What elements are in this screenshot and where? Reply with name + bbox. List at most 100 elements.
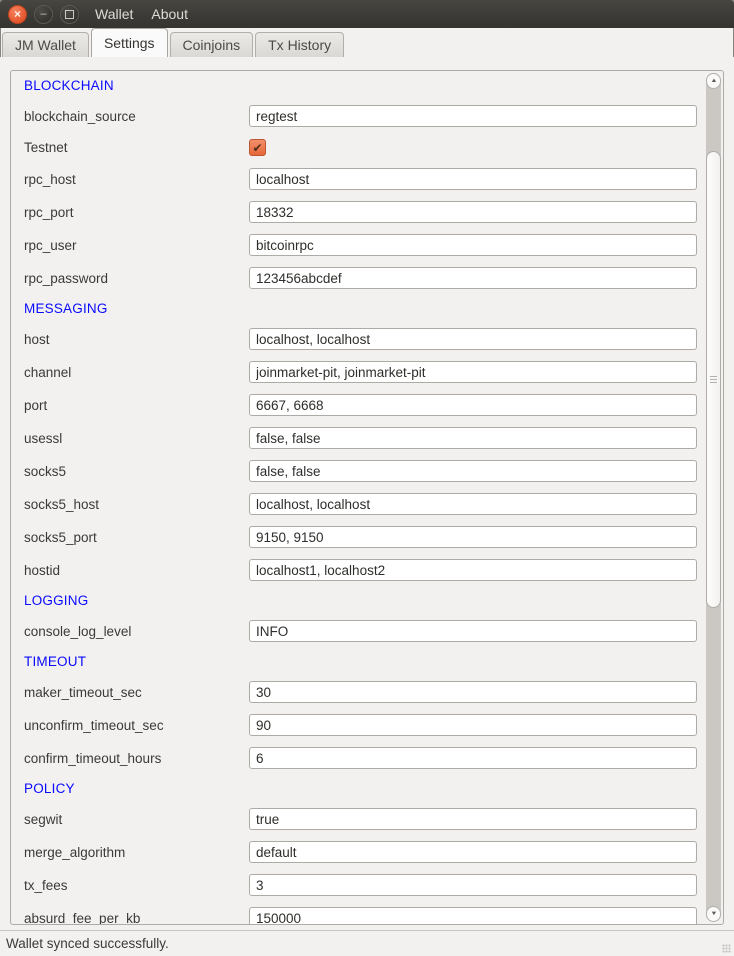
maximize-icon <box>65 10 74 19</box>
field-label: rpc_port <box>24 205 249 220</box>
confirm-timeout-hours-input[interactable] <box>249 747 697 769</box>
field-label: host <box>24 332 249 347</box>
field-label: unconfirm_timeout_sec <box>24 718 249 733</box>
maker-timeout-sec-input[interactable] <box>249 681 697 703</box>
settings-row: usessl <box>24 427 697 449</box>
segwit-input[interactable] <box>249 808 697 830</box>
tx-fees-input[interactable] <box>249 874 697 896</box>
status-bar: Wallet synced successfully. <box>0 930 734 956</box>
status-message: Wallet synced successfully. <box>6 936 169 951</box>
tab-tx-history[interactable]: Tx History <box>255 32 344 57</box>
field-label: segwit <box>24 812 249 827</box>
testnet-checkbox[interactable]: ✔ <box>249 139 266 156</box>
resize-grip[interactable] <box>722 944 731 953</box>
settings-row: socks5_host <box>24 493 697 515</box>
settings-row: rpc_password <box>24 267 697 289</box>
scroll-down-icon: ▼ <box>710 911 717 917</box>
settings-row: Testnet ✔ <box>24 138 697 157</box>
tab-settings[interactable]: Settings <box>91 28 168 57</box>
settings-row: rpc_host <box>24 168 697 190</box>
rpc-host-input[interactable] <box>249 168 697 190</box>
titlebar[interactable]: × – Wallet About <box>0 0 734 28</box>
check-icon: ✔ <box>252 142 262 154</box>
section-header-blockchain: BLOCKCHAIN <box>24 77 697 94</box>
settings-row: host <box>24 328 697 350</box>
socks5-input[interactable] <box>249 460 697 482</box>
menu-about[interactable]: About <box>142 0 197 28</box>
settings-row: maker_timeout_sec <box>24 681 697 703</box>
scroll-up-button[interactable]: ▲ <box>706 73 721 89</box>
field-label: console_log_level <box>24 624 249 639</box>
field-label: rpc_password <box>24 271 249 286</box>
socks5-host-input[interactable] <box>249 493 697 515</box>
port-input[interactable] <box>249 394 697 416</box>
settings-scroll-frame: BLOCKCHAIN blockchain_source Testnet ✔ r… <box>10 70 724 925</box>
settings-row: confirm_timeout_hours <box>24 747 697 769</box>
settings-row: rpc_port <box>24 201 697 223</box>
settings-row: port <box>24 394 697 416</box>
field-label: absurd_fee_per_kb <box>24 911 249 925</box>
scrollbar-grip-icon <box>710 376 717 384</box>
minimize-button[interactable]: – <box>34 5 53 24</box>
rpc-user-input[interactable] <box>249 234 697 256</box>
section-header-timeout: TIMEOUT <box>24 653 697 670</box>
field-label: usessl <box>24 431 249 446</box>
usessl-input[interactable] <box>249 427 697 449</box>
field-label: tx_fees <box>24 878 249 893</box>
vertical-scrollbar[interactable]: ▲ ▼ <box>706 73 721 922</box>
section-header-messaging: MESSAGING <box>24 300 697 317</box>
unconfirm-timeout-sec-input[interactable] <box>249 714 697 736</box>
settings-row: unconfirm_timeout_sec <box>24 714 697 736</box>
field-label: hostid <box>24 563 249 578</box>
merge-algorithm-input[interactable] <box>249 841 697 863</box>
scrollbar-thumb[interactable] <box>706 151 721 608</box>
maximize-button[interactable] <box>60 5 79 24</box>
section-header-logging: LOGGING <box>24 592 697 609</box>
settings-pane: BLOCKCHAIN blockchain_source Testnet ✔ r… <box>0 57 734 930</box>
settings-row: merge_algorithm <box>24 841 697 863</box>
settings-row: console_log_level <box>24 620 697 642</box>
minimize-icon: – <box>40 9 46 20</box>
field-label: socks5_host <box>24 497 249 512</box>
field-label: socks5 <box>24 464 249 479</box>
settings-row: absurd_fee_per_kb <box>24 907 697 924</box>
settings-row: socks5_port <box>24 526 697 548</box>
field-label: blockchain_source <box>24 109 249 124</box>
blockchain-source-input[interactable] <box>249 105 697 127</box>
absurd-fee-per-kb-input[interactable] <box>249 907 697 924</box>
field-label: maker_timeout_sec <box>24 685 249 700</box>
settings-row: blockchain_source <box>24 105 697 127</box>
field-label: channel <box>24 365 249 380</box>
settings-row: rpc_user <box>24 234 697 256</box>
field-label: socks5_port <box>24 530 249 545</box>
field-label: confirm_timeout_hours <box>24 751 249 766</box>
tab-jm-wallet[interactable]: JM Wallet <box>2 32 89 57</box>
settings-row: hostid <box>24 559 697 581</box>
field-label: rpc_user <box>24 238 249 253</box>
scroll-up-icon: ▲ <box>710 78 717 84</box>
rpc-password-input[interactable] <box>249 267 697 289</box>
settings-form: BLOCKCHAIN blockchain_source Testnet ✔ r… <box>11 71 723 924</box>
close-button[interactable]: × <box>8 5 27 24</box>
hostid-input[interactable] <box>249 559 697 581</box>
settings-row: segwit <box>24 808 697 830</box>
tab-coinjoins[interactable]: Coinjoins <box>170 32 254 57</box>
menu-wallet[interactable]: Wallet <box>86 0 142 28</box>
field-label: merge_algorithm <box>24 845 249 860</box>
settings-row: channel <box>24 361 697 383</box>
console-log-level-input[interactable] <box>249 620 697 642</box>
scroll-down-button[interactable]: ▼ <box>706 906 721 922</box>
host-input[interactable] <box>249 328 697 350</box>
tab-bar: JM Wallet Settings Coinjoins Tx History <box>0 28 734 57</box>
field-label: rpc_host <box>24 172 249 187</box>
rpc-port-input[interactable] <box>249 201 697 223</box>
field-label: Testnet <box>24 140 249 155</box>
section-header-policy: POLICY <box>24 780 697 797</box>
settings-row: socks5 <box>24 460 697 482</box>
close-icon: × <box>14 8 21 20</box>
settings-row: tx_fees <box>24 874 697 896</box>
field-label: port <box>24 398 249 413</box>
channel-input[interactable] <box>249 361 697 383</box>
socks5-port-input[interactable] <box>249 526 697 548</box>
app-window: { "titlebar": { "menu": [ { "label": "Wa… <box>0 0 734 956</box>
